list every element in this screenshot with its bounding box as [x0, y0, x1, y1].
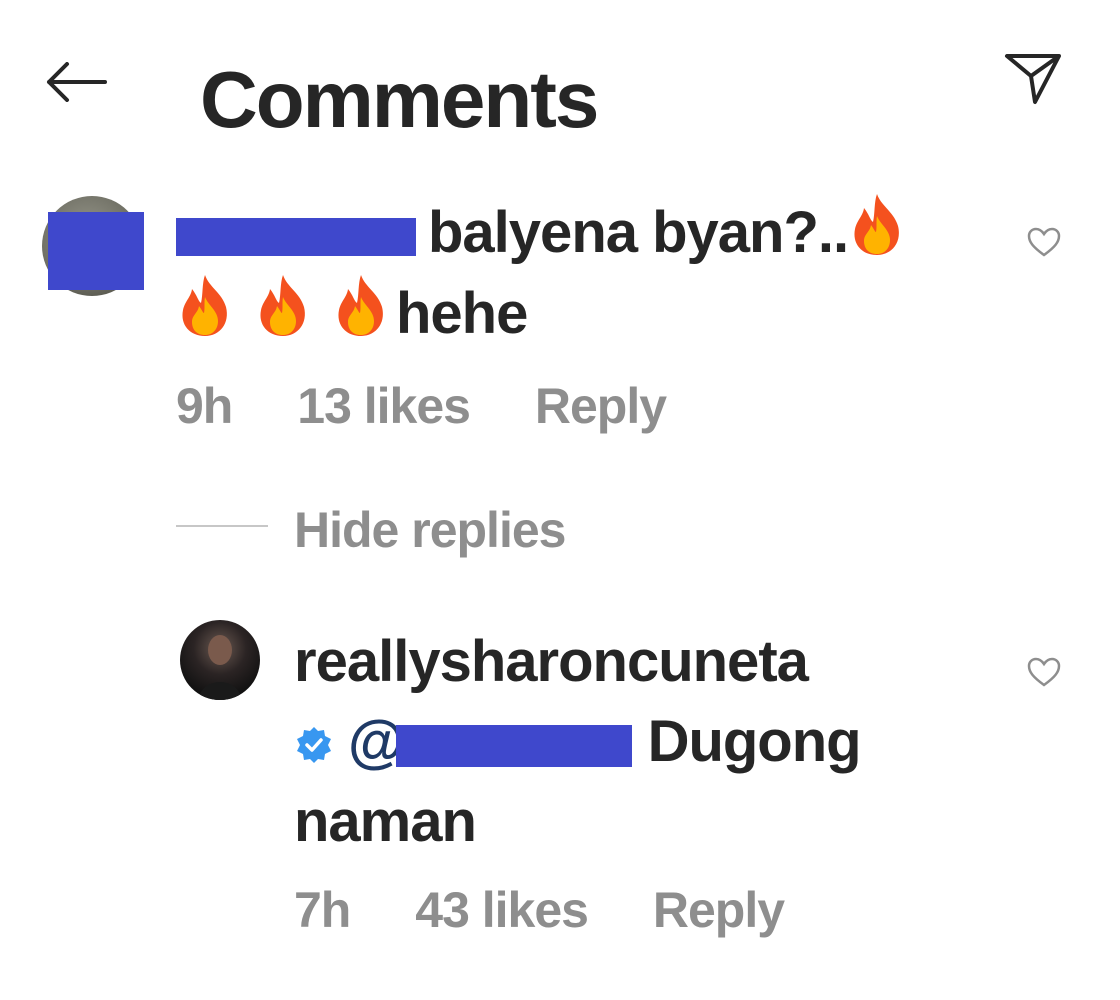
fire-emoji	[182, 275, 227, 336]
comment-line-1: balyena byan?..	[176, 192, 996, 273]
verified-badge-icon	[297, 727, 331, 763]
hide-replies-button[interactable]: Hide replies	[294, 500, 566, 560]
fire-emoji	[338, 275, 383, 336]
comment-text: balyena byan?..	[428, 200, 849, 265]
like-count[interactable]: 43 likes	[415, 880, 589, 940]
avatar-photo	[198, 635, 242, 700]
comment-text: hehe	[396, 281, 528, 346]
heart-icon	[1027, 227, 1061, 257]
arrow-left-icon	[47, 62, 107, 102]
fire-emoji	[260, 275, 305, 336]
comment-body: balyena byan?.. hehe	[176, 192, 996, 354]
comment-line-2: hehe	[176, 273, 996, 354]
reply-line-1: @ Dugong	[294, 702, 1014, 782]
heart-icon	[1027, 657, 1061, 687]
like-button[interactable]	[1024, 222, 1064, 262]
reply-username[interactable]: reallysharoncuneta	[294, 622, 1014, 702]
reply-meta: 7h 43 likes Reply	[294, 880, 785, 940]
reply-body: reallysharoncuneta @ Dugong naman	[294, 622, 1014, 862]
comment-time: 9h	[176, 378, 233, 434]
mention-redacted[interactable]	[395, 724, 632, 767]
divider	[176, 525, 268, 527]
page-title: Comments	[200, 55, 599, 144]
like-button[interactable]	[1024, 652, 1064, 692]
like-count[interactable]: 13 likes	[297, 376, 471, 436]
comment-meta: 9h 13 likes Reply	[176, 376, 667, 436]
avatar[interactable]	[180, 620, 260, 700]
reply-text: Dugong	[647, 709, 862, 774]
paper-plane-icon	[1005, 54, 1061, 104]
share-button[interactable]	[998, 46, 1068, 110]
fire-emoji	[854, 194, 900, 255]
redaction-block	[48, 212, 144, 290]
reply-time: 7h	[294, 882, 351, 938]
back-button[interactable]	[40, 58, 112, 106]
reply-button[interactable]: Reply	[653, 880, 785, 940]
reply-button[interactable]: Reply	[535, 376, 667, 436]
reply-line-2: naman	[294, 789, 477, 854]
username-redacted[interactable]	[176, 217, 416, 256]
